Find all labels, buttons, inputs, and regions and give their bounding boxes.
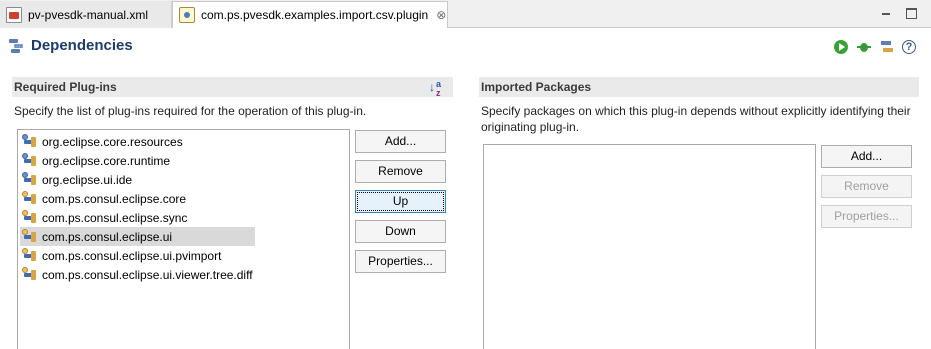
plugin-icon: [22, 209, 38, 226]
list-item[interactable]: org.eclipse.core.runtime: [20, 151, 255, 170]
editor-tab-bar: pv-pvesdk-manual.xml com.ps.pvesdk.examp…: [0, 0, 931, 29]
plugin-icon: [22, 190, 38, 207]
required-plugins-title: Required Plug-ins: [12, 77, 453, 97]
imported-packages-list[interactable]: [483, 144, 816, 349]
remove-plugin-button[interactable]: Remove: [355, 160, 446, 183]
minimize-icon[interactable]: [880, 7, 892, 19]
plugin-icon: [22, 228, 38, 245]
list-item[interactable]: com.ps.consul.eclipse.ui.pvimport: [20, 246, 255, 265]
list-item[interactable]: com.ps.consul.eclipse.sync: [20, 208, 255, 227]
sort-alphabetically-icon[interactable]: ↓ az: [429, 80, 447, 98]
xml-file-icon: [6, 6, 22, 23]
list-item[interactable]: com.ps.consul.eclipse.ui.viewer.tree.dif…: [20, 265, 255, 284]
add-plugin-button[interactable]: Add...: [355, 130, 446, 153]
plugin-icon: [22, 247, 38, 264]
plugin-properties-button[interactable]: Properties...: [355, 250, 446, 273]
tab-label: com.ps.pvesdk.examples.import.csv.plugin: [201, 8, 429, 22]
plugin-manifest-icon: [179, 7, 195, 23]
tab-plugin-manifest[interactable]: com.ps.pvesdk.examples.import.csv.plugin…: [172, 1, 448, 29]
move-down-button[interactable]: Down: [355, 220, 446, 243]
close-icon[interactable]: ⊗: [436, 9, 446, 21]
add-package-button[interactable]: Add...: [821, 145, 912, 168]
list-item[interactable]: org.eclipse.ui.ide: [20, 170, 255, 189]
imported-packages-description: Specify packages on which this plug-in d…: [481, 104, 911, 134]
remove-package-button: Remove: [821, 175, 912, 198]
help-icon[interactable]: ?: [902, 40, 916, 54]
imported-packages-title: Imported Packages: [479, 77, 919, 97]
move-up-button[interactable]: Up: [355, 190, 446, 213]
package-properties-button: Properties...: [821, 205, 912, 228]
form-header: Dependencies ?: [0, 28, 931, 68]
required-plugins-list[interactable]: org.eclipse.core.resources org.eclipse.c…: [17, 129, 350, 349]
list-item-selected[interactable]: com.ps.consul.eclipse.ui: [20, 227, 255, 246]
list-item[interactable]: com.ps.consul.eclipse.core: [20, 189, 255, 208]
run-icon[interactable]: [834, 40, 848, 54]
list-item[interactable]: org.eclipse.core.resources: [20, 132, 255, 151]
maximize-icon[interactable]: [905, 7, 917, 19]
dependencies-icon: [9, 38, 25, 54]
plugin-icon: [22, 133, 38, 150]
required-plugins-description: Specify the list of plug-ins required fo…: [14, 104, 367, 118]
tab-label: pv-pvesdk-manual.xml: [28, 7, 149, 22]
plugin-icon: [22, 152, 38, 169]
plugin-icon: [22, 171, 38, 188]
export-icon[interactable]: [880, 40, 894, 54]
tab-manual-xml[interactable]: pv-pvesdk-manual.xml: [0, 1, 172, 28]
page-title: Dependencies: [31, 37, 133, 54]
debug-icon[interactable]: [857, 40, 871, 54]
plugin-icon: [22, 266, 38, 283]
